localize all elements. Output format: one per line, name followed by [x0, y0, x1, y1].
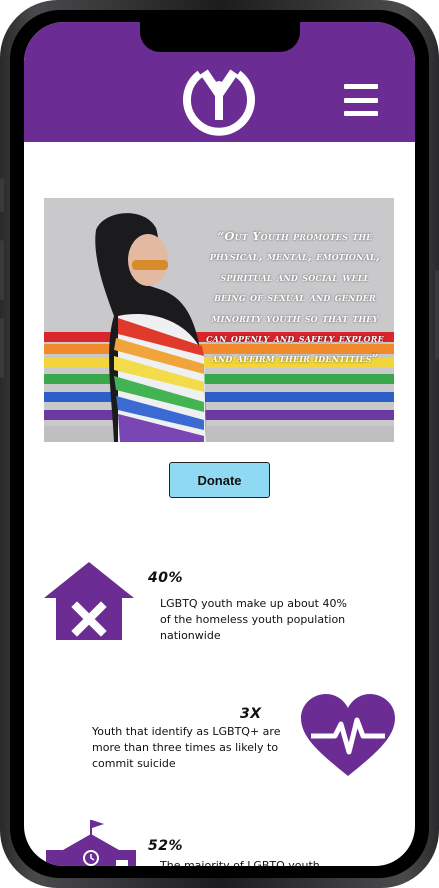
phone-volume-down — [0, 318, 4, 378]
donate-button[interactable]: Donate — [169, 462, 270, 498]
stat-text-suicide: Youth that identify as LGBTQ+ are more t… — [92, 725, 281, 770]
hero-quote: “Out Youth promotes the physical, mental… — [206, 229, 384, 366]
hamburger-icon — [344, 84, 378, 89]
y-circle-logo-icon[interactable] — [182, 64, 256, 138]
stat-value-suicide: 3X — [240, 706, 262, 722]
phone-notch — [140, 22, 300, 52]
screen: “Out Youth promotes the physical, mental… — [24, 22, 415, 866]
hero-image: “Out Youth promotes the physical, mental… — [44, 198, 394, 442]
house-x-icon — [44, 562, 134, 640]
school-icon — [46, 820, 136, 866]
phone-power-button — [435, 270, 439, 360]
hamburger-icon — [344, 97, 378, 103]
phone-frame: “Out Youth promotes the physical, mental… — [0, 0, 439, 888]
stat-text-enrolled: The majority of LGBTQ youth enrolled — [160, 859, 320, 866]
heart-pulse-icon — [301, 694, 395, 776]
hamburger-menu-button[interactable] — [344, 84, 378, 116]
stat-value-homeless: 40% — [148, 570, 184, 586]
phone-volume-up — [0, 240, 4, 300]
phone-silent-switch — [0, 178, 4, 212]
stat-value-enrolled: 52% — [148, 838, 184, 854]
hamburger-icon — [344, 111, 378, 116]
stat-text-homeless: LGBTQ youth make up about 40% of the hom… — [160, 597, 347, 642]
